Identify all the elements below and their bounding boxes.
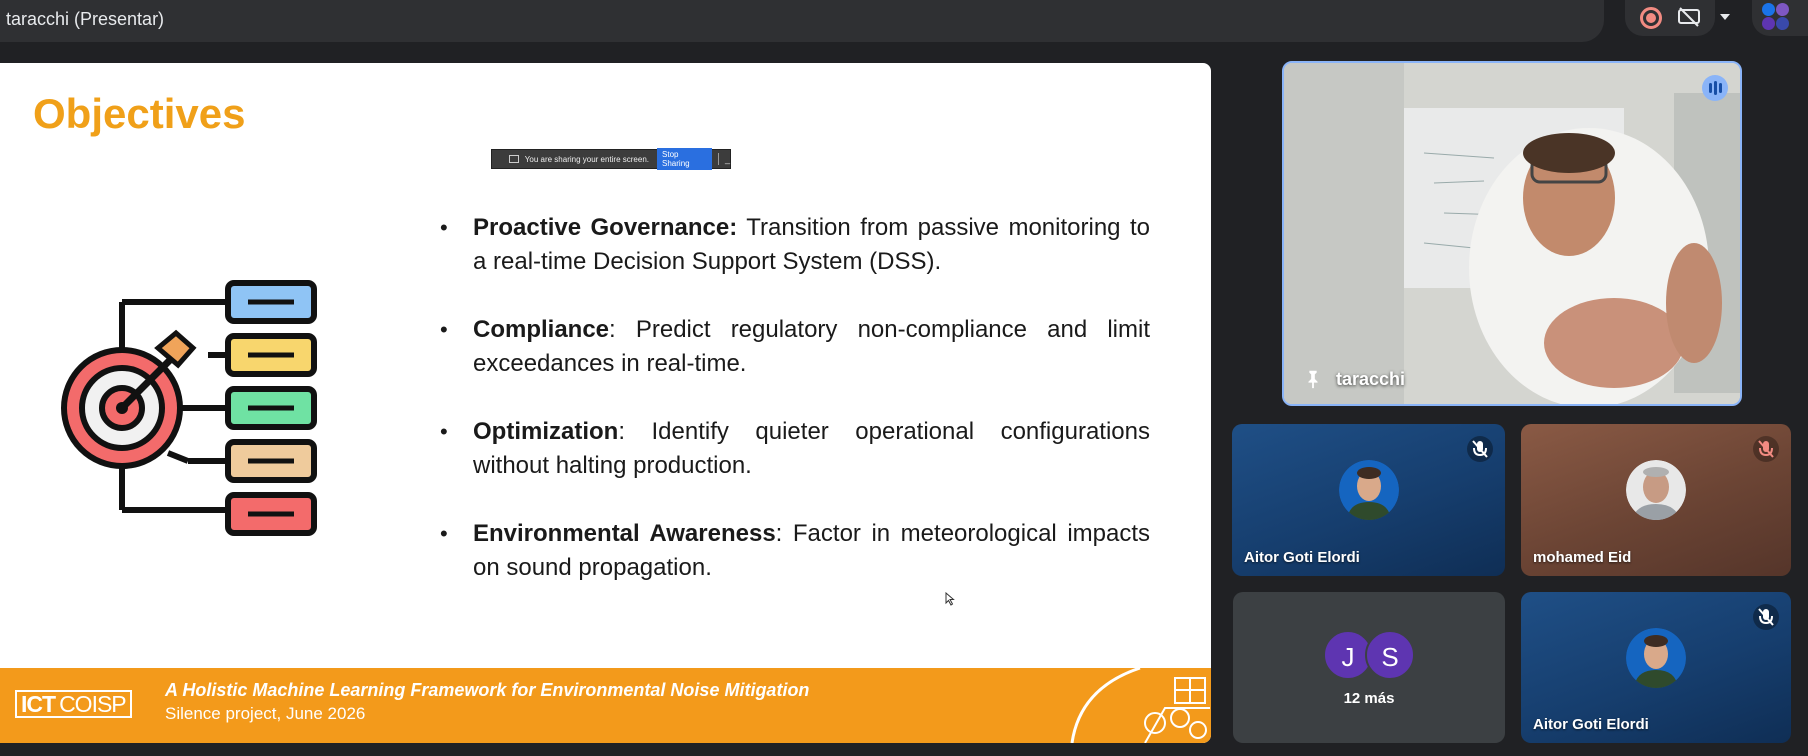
list-item: Optimization: Identify quieter operation…: [440, 415, 1150, 483]
mini-avatar: [1762, 3, 1775, 16]
mic-off-icon: [1753, 604, 1779, 630]
chevron-down-icon[interactable]: [1717, 9, 1733, 25]
speaking-indicator-icon: [1702, 75, 1728, 101]
avatar: S: [1365, 630, 1415, 680]
participant-name: Aitor Goti Elordi: [1244, 549, 1360, 566]
stop-sharing-button[interactable]: Stop Sharing: [657, 148, 713, 170]
footer-subtitle: Silence project, June 2026: [165, 704, 366, 723]
ictcoisp-logo: ICT COISP: [15, 690, 132, 718]
footer-title: A Holistic Machine Learning Framework fo…: [165, 680, 810, 700]
shared-slide: Objectives You are sharing your entire s…: [0, 63, 1211, 743]
presenter-bar: taracchi (Presentar): [0, 0, 1604, 42]
avatar: [1626, 627, 1686, 688]
target-objectives-icon: [61, 280, 317, 536]
mic-off-icon: [1753, 436, 1779, 462]
mini-avatar: [1762, 17, 1775, 30]
mini-avatar: [1776, 17, 1789, 30]
list-item: Compliance: Predict regulatory non-compl…: [440, 313, 1150, 381]
list-item: Environmental Awareness: Factor in meteo…: [440, 517, 1150, 585]
more-participants-label: 12 más: [1343, 690, 1395, 707]
mic-off-icon: [1467, 436, 1493, 462]
avatar: [1626, 460, 1686, 520]
mouse-cursor-icon: [945, 592, 955, 606]
slide-footer: ICT COISP A Holistic Machine Learning Fra…: [0, 668, 1211, 743]
record-icon[interactable]: [1640, 7, 1662, 29]
participant-tile[interactable]: Aitor Goti Elordi: [1521, 592, 1791, 743]
avatar-group: J S: [1323, 630, 1433, 682]
participant-name: taracchi: [1336, 369, 1406, 389]
meeting-controls: [1625, 0, 1730, 36]
avatar: [1338, 460, 1399, 520]
participants-button[interactable]: [1752, 0, 1808, 36]
pin-icon[interactable]: [1302, 368, 1324, 390]
minimize-button[interactable]: _: [725, 154, 730, 164]
participant-tile[interactable]: mohamed Eid: [1521, 424, 1791, 576]
slide-title: Objectives: [33, 90, 246, 137]
participant-name: mohamed Eid: [1533, 549, 1632, 566]
more-participants-tile[interactable]: J S 12 más: [1233, 592, 1505, 743]
screen-share-off-icon[interactable]: [1677, 5, 1701, 29]
divider: [718, 153, 719, 165]
screen-share-banner: You are sharing your entire screen. Stop…: [491, 148, 731, 170]
participant-name: Aitor Goti Elordi: [1533, 716, 1649, 733]
participant-video: [1284, 63, 1740, 404]
footer-decoration: [1070, 668, 1210, 743]
screen-icon: [509, 155, 519, 163]
share-banner-text: You are sharing your entire screen.: [524, 154, 650, 164]
mini-avatar: [1776, 3, 1789, 16]
participant-tile-main[interactable]: taracchi: [1282, 61, 1742, 406]
objectives-list: Proactive Governance: Transition from pa…: [440, 211, 1150, 619]
participant-tile[interactable]: Aitor Goti Elordi: [1232, 424, 1505, 576]
list-item: Proactive Governance: Transition from pa…: [440, 211, 1150, 279]
presenter-label: taracchi (Presentar): [6, 9, 165, 29]
